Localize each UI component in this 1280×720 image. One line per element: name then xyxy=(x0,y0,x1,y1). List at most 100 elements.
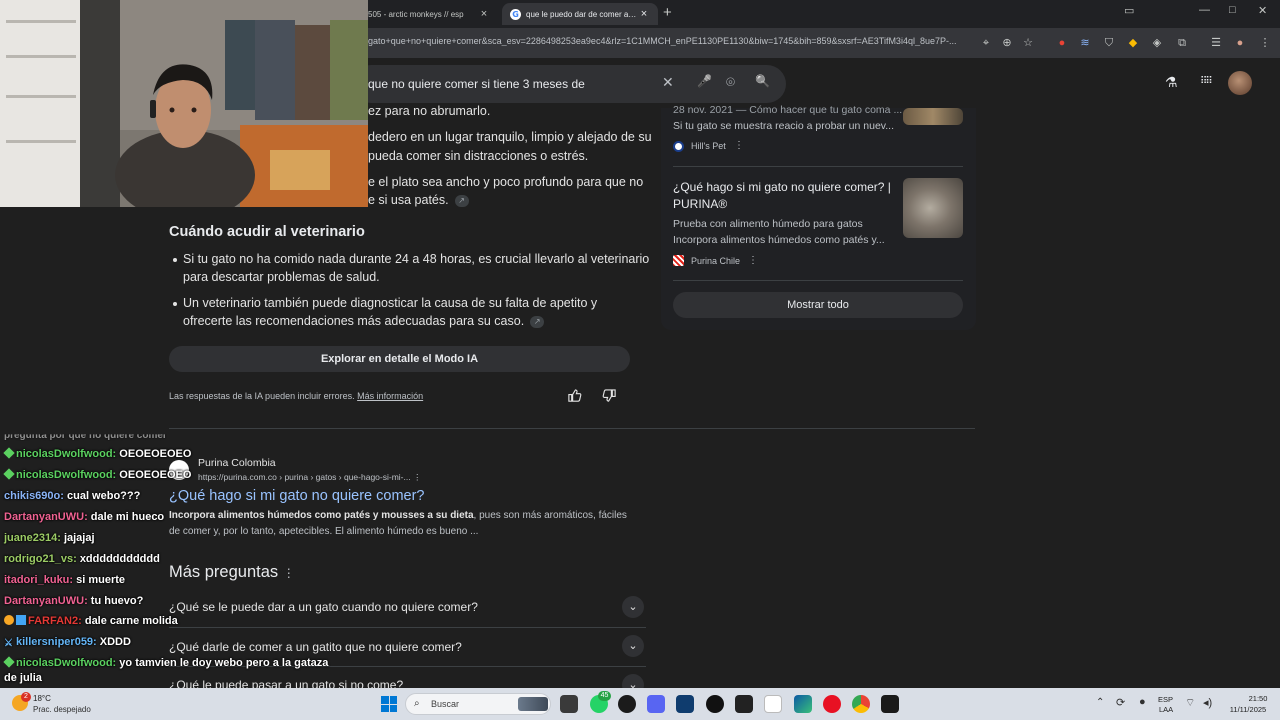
weather-desc[interactable]: Prac. despejado xyxy=(33,705,91,714)
extensions-puzzle-icon[interactable]: ⧉ xyxy=(1175,36,1189,50)
tab-close-icon[interactable]: × xyxy=(638,8,650,20)
result-url-text: https://purina.com.co › purina › gatos ›… xyxy=(198,472,411,482)
tab-arctic-monkeys[interactable]: 505 - arctic monkeys // esp × xyxy=(360,3,498,25)
windows-start-icon[interactable] xyxy=(381,696,397,712)
github-icon[interactable] xyxy=(618,695,636,713)
tab-search-icon[interactable]: ▭ xyxy=(1124,4,1134,17)
chat-user: DartanyanUWU: xyxy=(4,595,88,607)
hills-pet-logo xyxy=(673,141,684,152)
chat-text: OEOEOEOEO xyxy=(119,469,192,481)
chat-message: itadori_kuku: si muerte xyxy=(4,574,125,586)
learn-more-link[interactable]: Más información xyxy=(357,391,423,401)
tab-close-icon[interactable]: × xyxy=(478,8,490,20)
task-view-icon[interactable] xyxy=(560,695,578,713)
chat-text: dale mi hueco xyxy=(90,511,165,523)
edge-icon[interactable] xyxy=(794,695,812,713)
mic-icon[interactable]: 🎤 xyxy=(697,74,712,88)
more-options-icon[interactable]: ⋮ xyxy=(734,140,744,151)
chevron-down-icon[interactable]: ⌄ xyxy=(622,635,644,657)
url-field[interactable]: gato+que+no+quiere+comer&sca_esv=2286498… xyxy=(368,36,973,46)
app-icon[interactable] xyxy=(676,695,694,713)
chat-message: rodrigo21_vs: xddddddddddd xyxy=(4,553,160,565)
search-input[interactable]: que no quiere comer si tiene 3 meses de xyxy=(368,77,585,91)
weather-temp[interactable]: 18°C xyxy=(33,694,51,703)
search-icon[interactable]: 🔍 xyxy=(755,74,770,88)
discord-icon[interactable] xyxy=(647,695,665,713)
search-box[interactable]: que no quiere comer si tiene 3 meses de … xyxy=(352,65,786,103)
link-chip-icon[interactable]: ↗ xyxy=(454,194,469,207)
extension-shield-icon[interactable]: ⛉ xyxy=(1102,36,1116,50)
chrome-icon[interactable] xyxy=(852,695,870,713)
new-tab-button[interactable]: + xyxy=(663,4,672,21)
thumbs-down-icon[interactable] xyxy=(602,388,617,406)
source-title[interactable]: PURINA® xyxy=(673,197,727,211)
account-avatar[interactable] xyxy=(1228,71,1252,95)
bookmark-star-icon[interactable]: ☆ xyxy=(1021,36,1035,50)
taskbar: 2 18°C Prac. despejado ⌕ Buscar 45 ⌃ ⟳ ●… xyxy=(0,688,1280,720)
tab-title: 505 - arctic monkeys // esp xyxy=(368,9,464,19)
location-icon[interactable]: ⌖ xyxy=(979,36,993,50)
labs-flask-icon[interactable]: ⚗ xyxy=(1165,74,1178,91)
cat-thumbnail-image[interactable] xyxy=(903,178,963,238)
zoom-icon[interactable]: ⊕ xyxy=(1000,36,1014,50)
source-thumbnail-image[interactable] xyxy=(903,108,963,125)
chevron-down-icon[interactable]: ⌄ xyxy=(622,596,644,618)
extension-red-icon[interactable]: ● xyxy=(1055,36,1069,50)
app-icon[interactable] xyxy=(735,695,753,713)
link-chip-icon[interactable]: ↗ xyxy=(530,315,545,328)
ai-partial-line: ez para no abrumarlo. xyxy=(368,104,491,118)
lens-icon[interactable]: ⌾ xyxy=(726,74,735,91)
chat-message: DartanyanUWU: dale mi hueco xyxy=(4,511,164,523)
question-item[interactable]: ¿Qué se le puede dar a un gato cuando no… xyxy=(169,600,478,614)
maximize-button[interactable]: □ xyxy=(1229,4,1236,16)
capcut-icon[interactable] xyxy=(764,695,782,713)
tab-search[interactable]: G que le puedo dar de comer a mi × xyxy=(502,3,658,25)
extension-audio-icon[interactable]: ≋ xyxy=(1078,36,1092,50)
section-divider xyxy=(169,428,975,429)
clear-search-icon[interactable]: ✕ xyxy=(662,74,674,91)
result-title-link[interactable]: ¿Qué hago si mi gato no quiere comer? xyxy=(169,488,425,504)
show-all-button[interactable]: Mostrar todo xyxy=(673,292,963,318)
extension-orange-icon[interactable]: ◆ xyxy=(1126,36,1140,50)
ai-partial-line: pueda comer sin distracciones o estrés. xyxy=(368,149,589,163)
explore-ai-mode-button[interactable]: Explorar en detalle el Modo IA xyxy=(169,346,630,372)
chat-message: FARFAN2: dale carne molida xyxy=(4,615,178,627)
vet-bullet-1-line-2: para descartar problemas de salud. xyxy=(183,270,380,284)
clock-time[interactable]: 21:50 xyxy=(1243,694,1273,703)
vet-heading: Cuándo acudir al veterinario xyxy=(169,224,365,240)
extension-diamond-icon[interactable]: ◈ xyxy=(1150,36,1164,50)
sync-icon[interactable]: ⟳ xyxy=(1116,696,1125,709)
minimize-button[interactable]: — xyxy=(1199,4,1210,16)
wifi-icon[interactable]: ⌔ xyxy=(1185,696,1195,710)
vet-bullet-2-text: ofrecerte las recomendaciones más adecua… xyxy=(183,314,525,328)
webcam-image xyxy=(0,0,368,207)
more-options-icon[interactable]: ⋮ xyxy=(283,566,295,580)
lang-2[interactable]: LAA xyxy=(1159,705,1173,714)
taskbar-search[interactable]: ⌕ Buscar xyxy=(405,693,551,715)
reading-list-icon[interactable]: ☰ xyxy=(1209,36,1223,50)
browser-menu-icon[interactable]: ⋮ xyxy=(1258,36,1272,50)
obs-icon[interactable] xyxy=(706,695,724,713)
source-title[interactable]: ¿Qué hago si mi gato no quiere comer? | xyxy=(673,180,891,194)
question-item[interactable]: ¿Qué darle de comer a un gatito que no q… xyxy=(169,640,462,654)
profile-avatar-icon[interactable]: ● xyxy=(1233,36,1247,50)
volume-icon[interactable]: ◂) xyxy=(1203,696,1212,709)
thumbs-up-icon[interactable] xyxy=(567,388,582,406)
bullet xyxy=(173,302,177,306)
opera-icon[interactable] xyxy=(823,695,841,713)
clock-date[interactable]: 11/11/2025 xyxy=(1222,705,1274,714)
more-options-icon[interactable]: ⋮ xyxy=(748,255,758,266)
chevron-up-icon[interactable]: ⌃ xyxy=(1096,697,1104,708)
chat-text: tu huevo? xyxy=(90,595,144,607)
unreal-icon[interactable] xyxy=(881,695,899,713)
mic-tray-icon[interactable]: ● xyxy=(1139,696,1146,708)
more-options-icon[interactable]: ⋮ xyxy=(413,472,422,482)
chat-message: de julia xyxy=(4,672,42,684)
chat-user: FARFAN2: xyxy=(28,615,82,627)
sword-badge-icon: ⚔ xyxy=(4,638,13,649)
lang-1[interactable]: ESP xyxy=(1158,695,1173,704)
divider xyxy=(673,280,963,281)
apps-grid-icon[interactable]: ⠿⠿ xyxy=(1200,76,1213,87)
close-window-button[interactable]: ✕ xyxy=(1258,4,1267,17)
vet-bullet-1-line-1: Si tu gato no ha comido nada durante 24 … xyxy=(183,252,650,266)
